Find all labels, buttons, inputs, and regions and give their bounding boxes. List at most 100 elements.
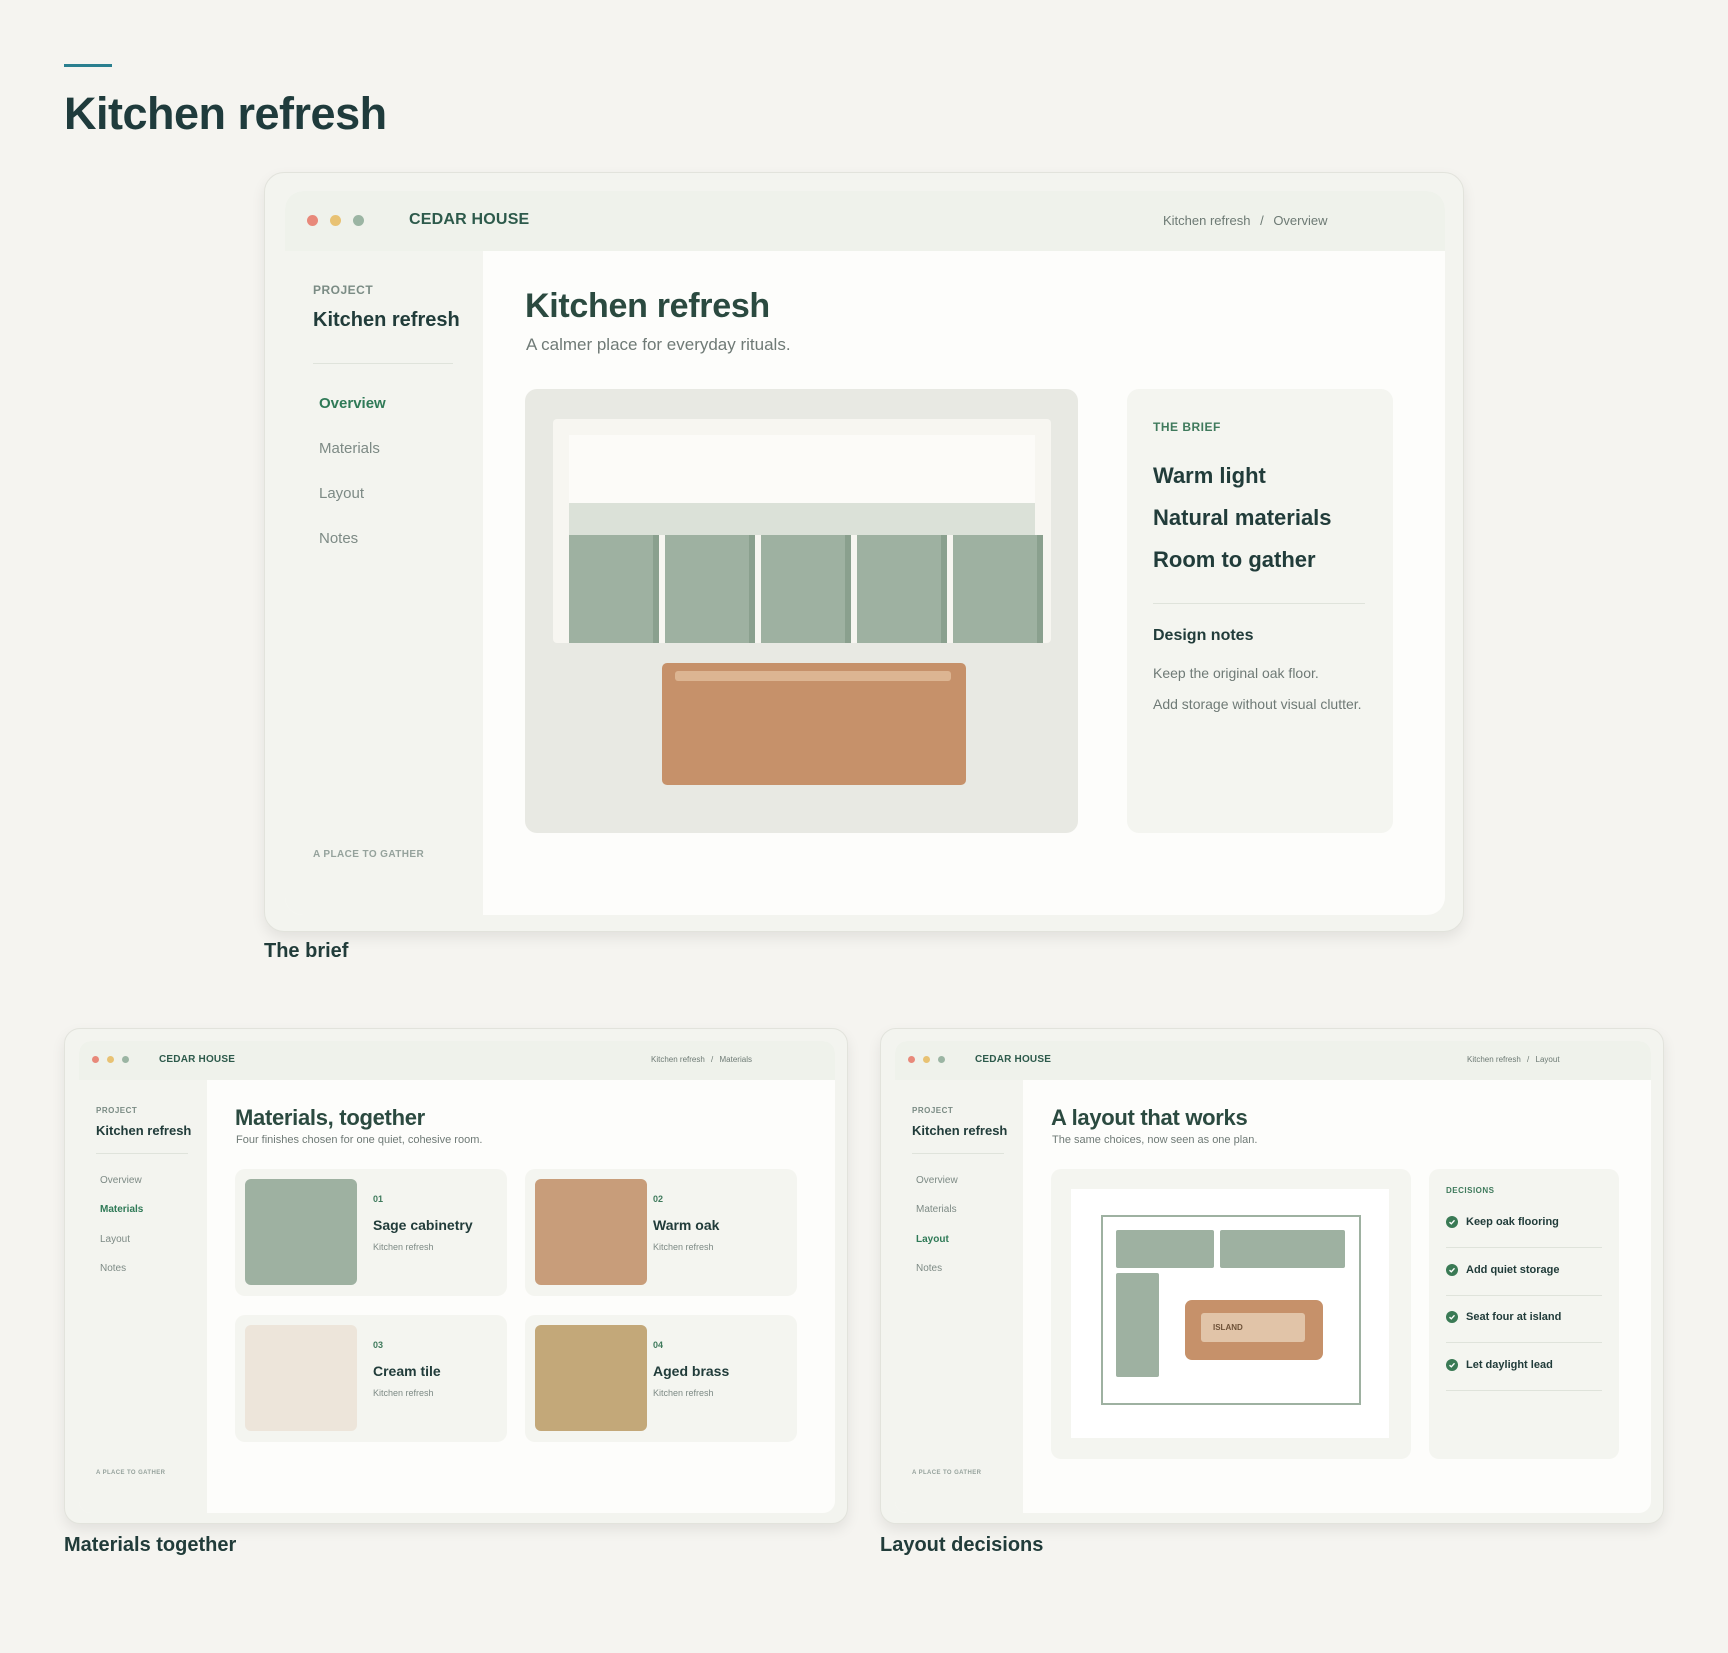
main-subheading: A calmer place for everyday rituals. — [526, 335, 791, 354]
sidebar-item-overview[interactable]: Overview — [319, 395, 386, 412]
project-name: Kitchen refresh — [96, 1123, 192, 1138]
brief-panel: THE BRIEF Warm light Natural materials R… — [1127, 389, 1393, 833]
window-close-dot[interactable] — [908, 1056, 915, 1063]
check-icon — [1446, 1264, 1458, 1276]
main-heading: Kitchen refresh — [525, 287, 770, 325]
sidebar: PROJECT Kitchen refresh Overview Materia… — [895, 1080, 1023, 1513]
brief-eyebrow: THE BRIEF — [1153, 420, 1221, 434]
decision-divider — [1446, 1390, 1602, 1391]
sidebar-item-materials[interactable]: Materials — [916, 1204, 957, 1215]
decision-item: Seat four at island — [1446, 1311, 1561, 1323]
design-note: Keep the original oak floor. — [1153, 665, 1319, 681]
sidebar-divider — [96, 1153, 188, 1154]
sidebar-item-layout[interactable]: Layout — [916, 1234, 949, 1245]
material-project: Kitchen refresh — [653, 1242, 714, 1252]
title-bar: CEDAR HOUSE Kitchen refresh / Layout — [895, 1041, 1651, 1080]
window-minimize-dot[interactable] — [330, 215, 341, 226]
island — [662, 663, 966, 785]
sidebar-eyebrow: PROJECT — [912, 1106, 954, 1115]
breadcrumb-root[interactable]: Kitchen refresh — [1467, 1055, 1521, 1064]
decision-label: Keep oak flooring — [1466, 1216, 1559, 1228]
cabinet-edge — [1037, 535, 1043, 643]
cabinet — [665, 535, 755, 643]
sidebar-item-overview[interactable]: Overview — [916, 1175, 958, 1186]
window-maximize-dot[interactable] — [353, 215, 364, 226]
material-swatch — [245, 1179, 357, 1285]
app-window: CEDAR HOUSE Kitchen refresh / Layout PRO… — [895, 1041, 1651, 1513]
page-title: Kitchen refresh — [64, 88, 387, 139]
decision-item: Let daylight lead — [1446, 1359, 1553, 1371]
breadcrumb: Kitchen refresh / Materials — [651, 1055, 752, 1064]
material-swatch — [245, 1325, 357, 1431]
sidebar-item-notes[interactable]: Notes — [916, 1263, 942, 1274]
cabinet-edge — [653, 535, 659, 643]
sidebar-eyebrow: PROJECT — [313, 283, 374, 297]
sidebar-item-layout[interactable]: Layout — [100, 1234, 130, 1245]
sidebar-eyebrow: PROJECT — [96, 1106, 138, 1115]
decisions-panel: DECISIONS Keep oak flooring Add quiet st… — [1429, 1169, 1619, 1459]
cabinet — [857, 535, 947, 643]
window-maximize-dot[interactable] — [938, 1056, 945, 1063]
sidebar: PROJECT Kitchen refresh Overview Materia… — [285, 251, 483, 915]
decision-item: Add quiet storage — [1446, 1264, 1560, 1276]
kitchen-elevation-illustration — [525, 389, 1078, 833]
cabinet-run — [1116, 1230, 1214, 1268]
material-project: Kitchen refresh — [653, 1388, 714, 1398]
main-heading: A layout that works — [1051, 1105, 1248, 1130]
material-tile[interactable]: 03 Cream tile Kitchen refresh — [235, 1315, 507, 1442]
layout-screen-card[interactable]: CEDAR HOUSE Kitchen refresh / Layout PRO… — [880, 1028, 1664, 1524]
breadcrumb-root[interactable]: Kitchen refresh — [1163, 213, 1250, 228]
window-minimize-dot[interactable] — [923, 1056, 930, 1063]
check-icon — [1446, 1311, 1458, 1323]
sidebar-item-notes[interactable]: Notes — [100, 1263, 126, 1274]
material-number: 03 — [373, 1340, 384, 1350]
decision-item: Keep oak flooring — [1446, 1216, 1559, 1228]
decision-label: Let daylight lead — [1466, 1359, 1553, 1371]
sidebar-item-notes[interactable]: Notes — [319, 530, 358, 547]
material-name: Sage cabinetry — [373, 1217, 473, 1233]
breadcrumb-current: Overview — [1273, 213, 1328, 228]
material-project: Kitchen refresh — [373, 1242, 434, 1252]
decision-divider — [1446, 1295, 1602, 1296]
brand-logo[interactable]: CEDAR HOUSE — [409, 211, 529, 229]
window-close-dot[interactable] — [307, 215, 318, 226]
material-number: 01 — [373, 1194, 384, 1204]
app-window: CEDAR HOUSE Kitchen refresh / Materials … — [79, 1041, 835, 1513]
sidebar-item-materials[interactable]: Materials — [319, 440, 380, 457]
breadcrumb-current: Materials — [719, 1055, 752, 1064]
brief-screen-card[interactable]: CEDAR HOUSE Kitchen refresh / Overview P… — [264, 172, 1464, 932]
sidebar-item-layout[interactable]: Layout — [319, 485, 364, 502]
island-label: ISLAND — [1201, 1313, 1305, 1342]
title-bar: CEDAR HOUSE Kitchen refresh / Materials — [79, 1041, 835, 1080]
sidebar-item-overview[interactable]: Overview — [100, 1175, 142, 1186]
material-number: 02 — [653, 1194, 664, 1204]
backsplash — [569, 503, 1035, 535]
brief-divider — [1153, 603, 1365, 604]
brand-logo[interactable]: CEDAR HOUSE — [159, 1054, 235, 1065]
material-swatch — [535, 1179, 647, 1285]
breadcrumb-root[interactable]: Kitchen refresh — [651, 1055, 705, 1064]
material-tile[interactable]: 02 Warm oak Kitchen refresh — [525, 1169, 797, 1296]
design-notes-title: Design notes — [1153, 627, 1254, 644]
brand-logo[interactable]: CEDAR HOUSE — [975, 1054, 1051, 1065]
brief-goal: Natural materials — [1153, 505, 1332, 530]
breadcrumb-separator: / — [1527, 1055, 1530, 1064]
material-number: 04 — [653, 1340, 664, 1350]
sidebar-tagline: A PLACE TO GATHER — [96, 1470, 166, 1476]
window-minimize-dot[interactable] — [107, 1056, 114, 1063]
materials-screen-card[interactable]: CEDAR HOUSE Kitchen refresh / Materials … — [64, 1028, 848, 1524]
main-subheading: The same choices, now seen as one plan. — [1052, 1134, 1258, 1146]
island-countertop — [675, 671, 951, 681]
check-icon — [1446, 1359, 1458, 1371]
material-tile[interactable]: 04 Aged brass Kitchen refresh — [525, 1315, 797, 1442]
window-maximize-dot[interactable] — [122, 1056, 129, 1063]
card-caption: Materials together — [64, 1534, 237, 1556]
window-close-dot[interactable] — [92, 1056, 99, 1063]
sidebar-item-materials[interactable]: Materials — [100, 1204, 143, 1215]
material-swatch — [535, 1325, 647, 1431]
project-name: Kitchen refresh — [313, 309, 460, 331]
floor-plan-panel: ISLAND — [1051, 1169, 1411, 1459]
decisions-eyebrow: DECISIONS — [1446, 1186, 1495, 1195]
decision-label: Add quiet storage — [1466, 1264, 1560, 1276]
material-tile[interactable]: 01 Sage cabinetry Kitchen refresh — [235, 1169, 507, 1296]
